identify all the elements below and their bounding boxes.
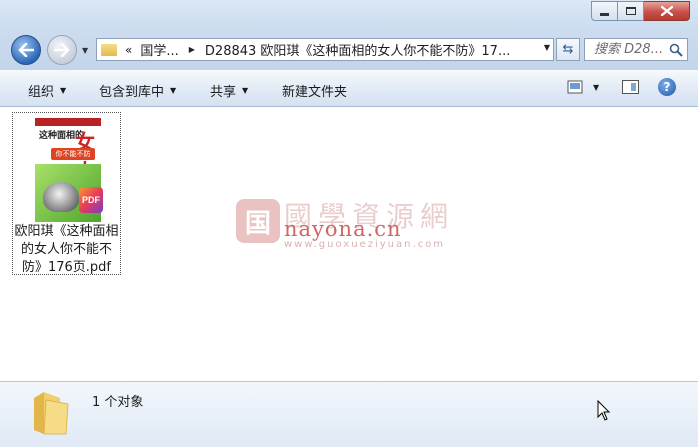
breadcrumb: « 国学... ▶ D28843 欧阳琪《这种面相的女人你不能不防》17... — [125, 40, 510, 60]
chevron-down-icon: ▼ — [170, 86, 177, 95]
share-menu[interactable]: 共享 ▼ — [210, 81, 248, 100]
search-input[interactable] — [594, 42, 674, 57]
address-dropdown-button[interactable]: ▼ — [544, 43, 550, 52]
breadcrumb-item-current[interactable]: D28843 欧阳琪《这种面相的女人你不能不防》17... — [205, 40, 510, 59]
help-icon: ? — [663, 80, 671, 94]
title-bar — [0, 0, 698, 30]
file-list[interactable]: 这种面相的 女人 你不能不防 PDF 欧阳琪《这种面相的女人你不能不防》176页… — [0, 108, 698, 381]
window-controls — [591, 1, 690, 21]
cover-face-image — [43, 182, 79, 212]
maximize-button[interactable] — [618, 1, 644, 21]
search-icon[interactable] — [669, 43, 683, 57]
back-button[interactable] — [11, 35, 41, 65]
chevron-down-icon: ▼ — [60, 86, 67, 95]
object-count: 1 个对象 — [92, 395, 144, 410]
search-box[interactable] — [584, 38, 688, 61]
watermark: 国 國學資源網 nayona.cn www.guoxueziyuan.com — [236, 191, 466, 251]
close-icon — [660, 6, 673, 16]
file-name[interactable]: 欧阳琪《这种面相的女人你不能不防》176页.pdf — [14, 223, 119, 277]
minimize-button[interactable] — [591, 1, 618, 21]
cover-tag: 你不能不防 — [51, 148, 95, 160]
arrow-right-icon — [54, 43, 70, 57]
refresh-button[interactable]: ⇆ — [556, 38, 580, 61]
watermark-url: www.guoxueziyuan.com — [284, 239, 445, 250]
watermark-logo: 国 — [236, 199, 280, 243]
minimize-icon — [600, 12, 609, 16]
change-view-button[interactable]: ▼ — [567, 80, 599, 94]
share-label: 共享 — [210, 85, 237, 100]
navigation-bar: ▼ « 国学... ▶ D28843 欧阳琪《这种面相的女人你不能不防》17..… — [0, 30, 698, 70]
refresh-icon: ⇆ — [562, 42, 574, 57]
maximize-icon — [625, 7, 636, 15]
breadcrumb-item-parent[interactable]: 国学... — [140, 40, 178, 59]
forward-button[interactable] — [47, 35, 77, 65]
chevron-down-icon: ▼ — [242, 86, 249, 95]
view-icon — [567, 80, 583, 94]
address-bar[interactable]: « 国学... ▶ D28843 欧阳琪《这种面相的女人你不能不防》17... … — [96, 38, 554, 61]
pdf-icon: PDF — [79, 187, 103, 213]
new-folder-button[interactable]: 新建文件夹 — [282, 81, 347, 100]
command-bar: 组织 ▼ 包含到库中 ▼ 共享 ▼ 新建文件夹 ▼ ? — [0, 70, 698, 107]
help-button[interactable]: ? — [658, 78, 676, 96]
new-folder-label: 新建文件夹 — [282, 85, 348, 100]
chevron-down-icon: ▼ — [593, 82, 600, 92]
cover-band — [35, 118, 101, 126]
details-pane: 1 个对象 — [0, 381, 698, 447]
file-item-pdf[interactable]: 这种面相的 女人 你不能不防 PDF 欧阳琪《这种面相的女人你不能不防》176页… — [12, 112, 121, 275]
watermark-domain: nayona.cn — [284, 217, 402, 241]
preview-pane-button[interactable] — [622, 80, 639, 94]
close-button[interactable] — [644, 1, 690, 21]
breadcrumb-overflow[interactable]: « — [125, 43, 132, 57]
organize-menu[interactable]: 组织 ▼ — [28, 81, 66, 100]
chevron-right-icon[interactable]: ▶ — [189, 45, 195, 54]
include-in-library-label: 包含到库中 — [99, 85, 165, 100]
mouse-cursor-icon — [597, 400, 611, 421]
folder-icon — [101, 43, 117, 56]
arrow-left-icon — [18, 43, 34, 57]
folder-icon — [34, 392, 69, 435]
recent-pages-dropdown[interactable]: ▼ — [82, 46, 88, 55]
organize-label: 组织 — [28, 85, 55, 100]
include-in-library-menu[interactable]: 包含到库中 ▼ — [99, 81, 176, 100]
